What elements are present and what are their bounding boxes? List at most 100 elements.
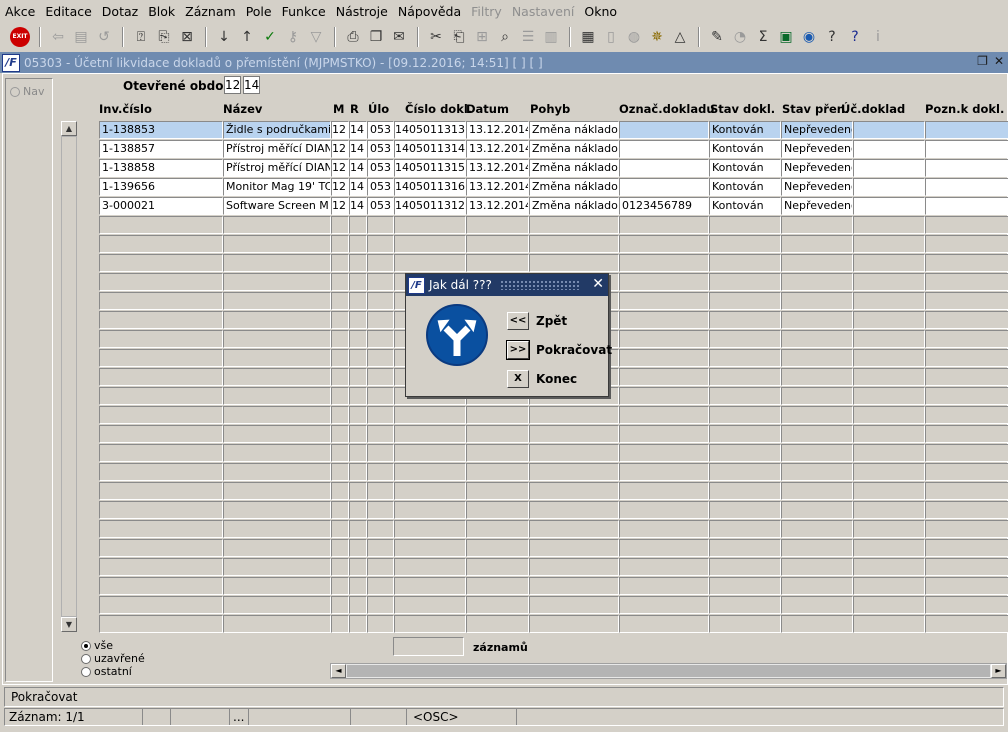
table-cell[interactable]: 053 [367, 178, 394, 196]
nav-radio[interactable] [10, 86, 20, 97]
table-cell[interactable] [619, 311, 709, 329]
table-cell[interactable] [367, 558, 394, 576]
table-cell[interactable]: 14 [349, 121, 367, 139]
dialog-title-bar[interactable]: /F Jak dál ??? ✕ [406, 274, 608, 296]
table-cell[interactable] [853, 273, 925, 291]
exit-button[interactable]: EXIT [8, 26, 32, 48]
table-cell[interactable] [349, 349, 367, 367]
table-cell[interactable] [925, 178, 1008, 196]
table-cell[interactable] [99, 254, 223, 272]
print-icon[interactable]: ⎙ [342, 26, 364, 48]
table-cell[interactable] [925, 140, 1008, 158]
table-cell[interactable] [223, 311, 331, 329]
table-cell[interactable] [781, 539, 853, 557]
refresh-icon[interactable]: ↺ [93, 26, 115, 48]
globe-icon[interactable]: ◍ [623, 26, 645, 48]
table-cell[interactable]: 12 [331, 159, 349, 177]
scroll-up-button[interactable]: ▲ [61, 121, 77, 136]
table-cell[interactable] [853, 501, 925, 519]
table-cell[interactable] [331, 311, 349, 329]
table-cell[interactable] [99, 463, 223, 481]
table-cell[interactable] [781, 520, 853, 538]
tree-icon[interactable]: ⊞ [471, 26, 493, 48]
menu-item-10[interactable]: Nastavení [512, 0, 575, 24]
table-cell[interactable] [709, 558, 781, 576]
table-cell[interactable] [853, 615, 925, 633]
table-cell[interactable] [367, 292, 394, 310]
table-cell[interactable] [619, 216, 709, 234]
table-cell[interactable] [925, 273, 1008, 291]
table-cell[interactable] [394, 615, 466, 633]
table-cell[interactable] [781, 349, 853, 367]
table-cell[interactable] [853, 558, 925, 576]
table-cell[interactable]: 053 [367, 159, 394, 177]
table-cell[interactable] [925, 482, 1008, 500]
list-icon[interactable]: ☰ [517, 26, 539, 48]
table-cell[interactable] [925, 520, 1008, 538]
table-cell[interactable] [853, 349, 925, 367]
table-cell[interactable] [709, 311, 781, 329]
table-cell[interactable] [709, 444, 781, 462]
table-cell[interactable] [619, 501, 709, 519]
table-cell[interactable]: 13.12.2014 [466, 197, 529, 215]
table-cell[interactable] [349, 216, 367, 234]
table-cell[interactable] [349, 254, 367, 272]
table-cell[interactable] [925, 463, 1008, 481]
table-cell[interactable] [853, 330, 925, 348]
table-cell[interactable] [367, 463, 394, 481]
period-month-field[interactable]: 12 [224, 76, 241, 94]
menu-item-5[interactable]: Pole [246, 0, 272, 24]
table-cell[interactable] [394, 501, 466, 519]
table-cell[interactable] [853, 425, 925, 443]
table-cell[interactable] [709, 292, 781, 310]
check-icon[interactable]: ✓ [259, 26, 281, 48]
table-cell[interactable] [223, 577, 331, 595]
table-cell[interactable] [349, 463, 367, 481]
table-cell[interactable] [466, 539, 529, 557]
table-cell[interactable] [349, 558, 367, 576]
table-cell[interactable] [925, 254, 1008, 272]
table-cell[interactable] [331, 539, 349, 557]
table-cell[interactable] [781, 463, 853, 481]
table-cell[interactable] [619, 121, 709, 139]
table-cell[interactable] [349, 425, 367, 443]
table-cell[interactable] [99, 406, 223, 424]
execute-query-icon[interactable]: ⎘ [153, 26, 175, 48]
table-cell[interactable] [349, 330, 367, 348]
table-cell[interactable] [619, 539, 709, 557]
table-cell[interactable] [223, 501, 331, 519]
copy-icon[interactable]: ❐ [365, 26, 387, 48]
table-cell[interactable] [619, 596, 709, 614]
table-cell[interactable] [349, 482, 367, 500]
table-cell[interactable] [709, 330, 781, 348]
table-cell[interactable] [619, 520, 709, 538]
table-cell[interactable] [781, 311, 853, 329]
table-cell[interactable] [99, 368, 223, 386]
table-cell[interactable] [367, 387, 394, 405]
table-cell[interactable] [349, 539, 367, 557]
table-cell[interactable] [99, 501, 223, 519]
table-cell[interactable] [223, 482, 331, 500]
table-cell[interactable]: Nepřevedeno [781, 197, 853, 215]
nav-option[interactable]: Nav [10, 85, 44, 98]
filter-option[interactable]: ostatní [81, 665, 145, 678]
table-cell[interactable] [853, 159, 925, 177]
table-cell[interactable] [619, 577, 709, 595]
table-cell[interactable] [99, 520, 223, 538]
table-cell[interactable] [394, 558, 466, 576]
key-icon[interactable]: ⚷ [282, 26, 304, 48]
table-cell[interactable] [367, 444, 394, 462]
table-cell[interactable] [709, 596, 781, 614]
table-cell[interactable]: 053 [367, 140, 394, 158]
table-cell[interactable] [99, 596, 223, 614]
table-cell[interactable] [925, 159, 1008, 177]
table-cell[interactable]: Přístroj měřící DIAN [223, 159, 331, 177]
table-cell[interactable] [99, 330, 223, 348]
table-cell[interactable]: Změna nákladové [529, 159, 619, 177]
table-cell[interactable] [394, 216, 466, 234]
table-cell[interactable] [853, 539, 925, 557]
table-cell[interactable] [781, 330, 853, 348]
table-cell[interactable] [367, 235, 394, 253]
table-cell[interactable] [853, 368, 925, 386]
table-cell[interactable] [99, 558, 223, 576]
